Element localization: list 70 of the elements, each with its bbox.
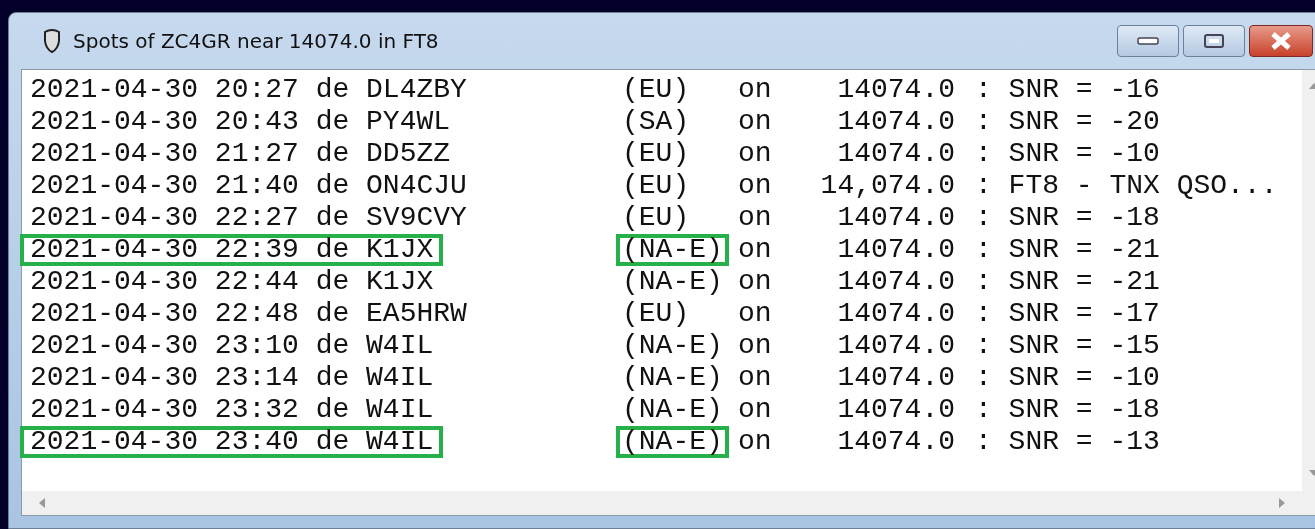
spot-text: 2021-04-30 21:40 de ON4CJU [29, 170, 468, 202]
region-text: (EU) [621, 74, 691, 106]
on-text: on [738, 362, 772, 393]
spot-text: 2021-04-30 20:27 de DL4ZBY [29, 74, 468, 106]
on-text: on [738, 106, 772, 137]
minimize-icon [1137, 37, 1159, 45]
spot-text: 2021-04-30 22:27 de SV9CVY [29, 202, 468, 234]
region-text: (NA-E) [616, 234, 729, 266]
region-text: (NA-E) [621, 330, 724, 362]
spot-info: : SNR = -18 [975, 394, 1160, 425]
frequency-text: 14074.0 [837, 266, 955, 297]
on-text: on [738, 298, 772, 329]
region-text: (EU) [621, 138, 691, 170]
maximize-icon [1203, 33, 1225, 49]
on-text: on [738, 330, 772, 361]
region-text: (EU) [621, 298, 691, 330]
region-text: (EU) [621, 202, 691, 234]
spot-text: 2021-04-30 22:48 de EA5HRW [29, 298, 468, 330]
horizontal-scrollbar[interactable] [22, 491, 1315, 515]
region-text: (SA) [621, 106, 691, 138]
frequency-text: 14074.0 [837, 362, 955, 393]
on-text: on [738, 394, 772, 425]
region-text: (NA-E) [621, 362, 724, 394]
spot-text: 2021-04-30 21:27 de DD5ZZ [29, 138, 452, 170]
spot-info: : SNR = -17 [975, 298, 1160, 329]
spot-info: : SNR = -15 [975, 330, 1160, 361]
spot-info: : FT8 - TNX QSO... [975, 170, 1278, 201]
region-text: (NA-E) [621, 266, 724, 298]
region-text: (NA-E) [616, 426, 729, 458]
on-text: on [738, 170, 772, 201]
spot-info: : SNR = -21 [975, 266, 1160, 297]
scroll-right-icon[interactable] [1278, 497, 1286, 509]
on-text: on [738, 74, 772, 105]
frequency-text: 14074.0 [837, 74, 955, 105]
spot-info: : SNR = -18 [975, 202, 1160, 233]
minimize-button[interactable] [1117, 25, 1179, 57]
spot-text: 2021-04-30 23:32 de W4IL [29, 394, 435, 426]
frequency-text: 14074.0 [837, 202, 955, 233]
frequency-text: 14074.0 [837, 138, 955, 169]
spot-info: : SNR = -10 [975, 138, 1160, 169]
region-text: (EU) [621, 170, 691, 202]
spot-text: 2021-04-30 22:44 de K1JX [29, 266, 435, 298]
frequency-text: 14074.0 [837, 106, 955, 137]
frequency-text: 14074.0 [837, 298, 955, 329]
spot-info: : SNR = -13 [975, 426, 1160, 457]
maximize-button[interactable] [1183, 25, 1245, 57]
on-text: on [738, 266, 772, 297]
on-text: on [738, 202, 772, 233]
spot-info: : SNR = -20 [975, 106, 1160, 137]
window-title: Spots of ZC4GR near 14074.0 in FT8 [73, 29, 439, 53]
on-text: on [738, 138, 772, 169]
close-button[interactable] [1249, 25, 1313, 57]
frequency-text: 14074.0 [837, 426, 955, 457]
region-text: (NA-E) [621, 394, 724, 426]
on-text: on [738, 426, 772, 457]
scroll-left-icon[interactable] [38, 497, 46, 509]
spot-info: : SNR = -21 [975, 234, 1160, 265]
on-text: on [738, 234, 772, 265]
spot-text: 2021-04-30 20:43 de PY4WL [29, 106, 452, 138]
frequency-text: 14074.0 [837, 330, 955, 361]
frequency-text: 14074.0 [837, 394, 955, 425]
frequency-text: 14,074.0 [820, 170, 955, 201]
spot-text: 2021-04-30 23:14 de W4IL [29, 362, 435, 394]
spot-info: : SNR = -10 [975, 362, 1160, 393]
shield-icon [43, 29, 61, 53]
spot-text: 2021-04-30 23:40 de W4IL [20, 426, 444, 458]
spot-text: 2021-04-30 22:39 de K1JX [20, 234, 444, 266]
spot-info: : SNR = -16 [975, 74, 1160, 105]
spot-text: 2021-04-30 23:10 de W4IL [29, 330, 435, 362]
frequency-text: 14074.0 [837, 234, 955, 265]
